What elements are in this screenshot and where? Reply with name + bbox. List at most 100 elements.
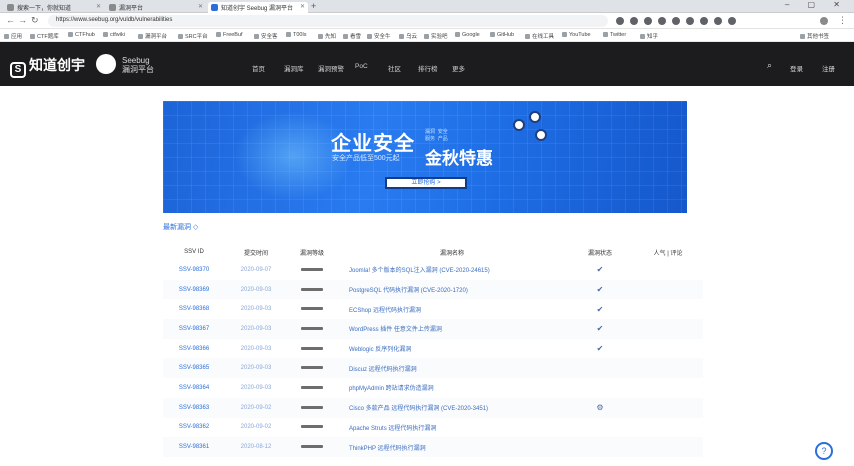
logo-s-icon: S bbox=[10, 62, 26, 78]
extension-icon[interactable] bbox=[686, 17, 694, 25]
seebug-logo-icon[interactable] bbox=[96, 54, 116, 74]
severity-bar bbox=[301, 346, 323, 350]
vuln-name-link[interactable]: Weblogic 反序列化漏洞 bbox=[337, 339, 567, 359]
bookmark-item[interactable]: 安全客 bbox=[254, 32, 278, 40]
table-header-row: SSV ID 提交时间 漏洞等级 漏洞名称 漏洞状态 人气 | 评论 bbox=[163, 244, 703, 260]
bookmark-item[interactable]: 漏洞平台 bbox=[138, 32, 167, 40]
bookmark-item[interactable]: CTFhub bbox=[68, 32, 95, 38]
nav-community[interactable]: 社区 bbox=[388, 63, 401, 73]
extension-icon[interactable] bbox=[644, 17, 652, 25]
extension-icon[interactable] bbox=[616, 17, 624, 25]
browser-tab-1[interactable]: 搜索一下，你就知道 ✕ bbox=[4, 2, 104, 13]
extension-icon[interactable] bbox=[700, 17, 708, 25]
vuln-name-link[interactable]: Joomla! 多个版本的SQL注入漏洞 (CVE-2020-24615) bbox=[337, 260, 567, 280]
profile-avatar-icon[interactable] bbox=[820, 17, 828, 25]
vuln-name-link[interactable]: ThinkPHP 远程代码执行漏洞 bbox=[337, 437, 567, 457]
window-controls[interactable]: – ▢ ✕ bbox=[785, 0, 848, 9]
bookmark-item[interactable]: 安全牛 bbox=[367, 32, 391, 40]
zhidao-logo[interactable]: S 知道创宇 bbox=[10, 55, 85, 78]
ssv-id-link[interactable]: SSV-98364 bbox=[163, 378, 225, 398]
submit-date: 2020-09-03 bbox=[240, 306, 272, 313]
extension-icon[interactable] bbox=[672, 17, 680, 25]
ssv-id-link[interactable]: SSV-98365 bbox=[163, 358, 225, 379]
bookmark-item[interactable]: CTF题库 bbox=[30, 32, 59, 40]
close-tab-icon[interactable]: ✕ bbox=[96, 3, 101, 10]
bookmark-icon bbox=[216, 32, 221, 37]
submit-date: 2020-09-03 bbox=[240, 345, 272, 352]
bookmark-item[interactable]: 乌云 bbox=[399, 32, 417, 40]
url-input[interactable]: https://www.seebug.org/vuldb/vulnerabili… bbox=[48, 15, 608, 27]
bookmark-item[interactable]: 知乎 bbox=[640, 32, 658, 40]
bookmark-icon bbox=[455, 32, 460, 37]
vuln-name-link[interactable]: PostgreSQL 代码执行漏洞 (CVE-2020-1720) bbox=[337, 279, 567, 300]
bookmark-item[interactable]: SRC平台 bbox=[178, 32, 208, 40]
section-title[interactable]: 最新漏洞 ◇ bbox=[163, 222, 198, 232]
bookmark-item[interactable]: ctfwiki bbox=[103, 32, 125, 38]
banner-cta-button[interactable]: 立即抢购 > bbox=[385, 177, 467, 189]
bookmark-item[interactable]: 看雪 bbox=[343, 32, 361, 40]
browser-tab-2[interactable]: 漏洞平台 ✕ bbox=[106, 2, 206, 13]
table-row: SSV-98366 2020-09-03 Weblogic 反序列化漏洞 ✔ bbox=[163, 339, 703, 359]
back-arrow-icon[interactable]: ← bbox=[6, 15, 15, 25]
ssv-id-link[interactable]: SSV-98362 bbox=[163, 418, 225, 438]
bookmark-item[interactable]: 在线工具 bbox=[525, 32, 554, 40]
nav-more[interactable]: 更多 bbox=[452, 63, 465, 73]
vuln-name-link[interactable]: phpMyAdmin 跨站请求伪造漏洞 bbox=[337, 378, 567, 398]
bookmark-item[interactable]: 应用 bbox=[4, 32, 22, 40]
col-header-date[interactable]: 提交时间 bbox=[225, 244, 287, 260]
nav-vuldb[interactable]: 漏洞库 bbox=[284, 63, 304, 73]
forward-arrow-icon[interactable]: → bbox=[18, 15, 27, 25]
bookmark-item[interactable]: 其他书签 bbox=[800, 32, 829, 40]
reload-icon[interactable]: ↻ bbox=[31, 15, 39, 26]
vuln-name-link[interactable]: Apache Struts 远程代码执行漏洞 bbox=[337, 418, 567, 438]
shield-icon bbox=[513, 119, 525, 131]
ssv-id-link[interactable]: SSV-98363 bbox=[163, 397, 225, 418]
nav-home[interactable]: 首页 bbox=[252, 63, 265, 73]
severity-bar bbox=[301, 307, 323, 311]
col-header-level[interactable]: 漏洞等级 bbox=[287, 244, 337, 260]
bookmark-item[interactable]: 实验吧 bbox=[424, 32, 448, 40]
register-link[interactable]: 注册 bbox=[822, 63, 835, 73]
ssv-id-link[interactable]: SSV-98368 bbox=[163, 299, 225, 319]
bookmark-item[interactable]: FreeBuf bbox=[216, 32, 243, 38]
close-tab-icon[interactable]: ✕ bbox=[300, 3, 305, 10]
promo-banner[interactable]: 企业安全 安全产品低至500元起 漏洞 安全 服务 产品 金秋特惠 立即抢购 > bbox=[163, 101, 687, 213]
ssv-id-link[interactable]: SSV-98366 bbox=[163, 339, 225, 359]
bookmark-item[interactable]: 先知 bbox=[318, 32, 336, 40]
bookmark-item[interactable]: T00ls bbox=[286, 32, 306, 38]
severity-bar bbox=[301, 445, 323, 449]
popularity-cell bbox=[633, 339, 703, 359]
browser-tab-3-active[interactable]: 知道创宇 Seebug 漏洞平台 ✕ bbox=[208, 2, 308, 13]
new-tab-button[interactable]: + bbox=[311, 1, 316, 11]
bookmark-icon bbox=[254, 34, 259, 39]
vuln-name-link[interactable]: Discuz 远程代码执行漏洞 bbox=[337, 358, 567, 379]
extension-icon[interactable] bbox=[658, 17, 666, 25]
close-tab-icon[interactable]: ✕ bbox=[198, 3, 203, 10]
ssv-id-link[interactable]: SSV-98361 bbox=[163, 437, 225, 457]
login-link[interactable]: 登录 bbox=[790, 63, 803, 73]
nav-poc[interactable]: PoC bbox=[355, 63, 368, 70]
nav-rank[interactable]: 排行榜 bbox=[418, 63, 438, 73]
vuln-name-link[interactable]: WordPress 插件 任意文件上传漏洞 bbox=[337, 319, 567, 339]
status-icon: ✔ bbox=[596, 304, 604, 314]
col-header-popularity[interactable]: 人气 | 评论 bbox=[633, 244, 703, 260]
bookmark-item[interactable]: Google bbox=[455, 32, 480, 38]
extension-icon[interactable] bbox=[728, 17, 736, 25]
ssv-id-link[interactable]: SSV-98369 bbox=[163, 279, 225, 300]
search-icon[interactable]: ⌕ bbox=[767, 60, 772, 71]
vuln-name-link[interactable]: ECShop 远程代码执行漏洞 bbox=[337, 299, 567, 319]
vuln-name-link[interactable]: Cisco 多款产品 远程代码执行漏洞 (CVE-2020-3451) bbox=[337, 397, 567, 418]
extension-icon[interactable] bbox=[630, 17, 638, 25]
bookmark-icon bbox=[640, 34, 645, 39]
ssv-id-link[interactable]: SSV-98367 bbox=[163, 319, 225, 339]
tab-label: 知道创宇 Seebug 漏洞平台 bbox=[221, 6, 294, 12]
bookmark-item[interactable]: Twitter bbox=[603, 32, 626, 38]
nav-warning[interactable]: 漏洞预警 bbox=[318, 63, 344, 73]
menu-kebab-icon[interactable]: ⋮ bbox=[838, 15, 847, 26]
bookmark-item[interactable]: GitHub bbox=[490, 32, 514, 38]
col-header-ssvid[interactable]: SSV ID bbox=[163, 244, 225, 260]
ssv-id-link[interactable]: SSV-98370 bbox=[163, 260, 225, 280]
help-icon[interactable]: ? bbox=[815, 442, 833, 460]
bookmark-item[interactable]: YouTube bbox=[562, 32, 591, 38]
extension-icon[interactable] bbox=[714, 17, 722, 25]
